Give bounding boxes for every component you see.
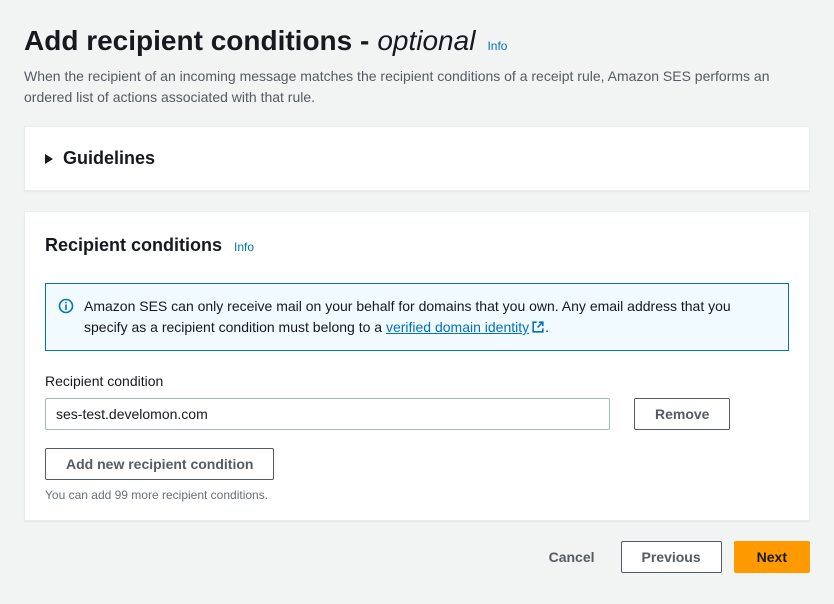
guidelines-toggle[interactable]: Guidelines bbox=[45, 145, 789, 172]
footer-actions: Cancel Previous Next bbox=[24, 541, 810, 573]
recipient-condition-input[interactable] bbox=[45, 398, 610, 430]
verified-domain-link[interactable]: verified domain identity bbox=[386, 319, 545, 335]
previous-button[interactable]: Previous bbox=[621, 541, 722, 573]
conditions-title-text: Recipient conditions bbox=[45, 232, 222, 259]
page-info-link[interactable]: Info bbox=[487, 37, 507, 55]
recipient-condition-row: Remove bbox=[45, 398, 789, 430]
recipient-condition-label: Recipient condition bbox=[45, 371, 789, 392]
guidelines-title: Guidelines bbox=[63, 145, 155, 172]
guidelines-panel: Guidelines bbox=[24, 126, 810, 191]
external-link-icon bbox=[531, 319, 545, 333]
title-main: Add recipient conditions - bbox=[24, 20, 369, 62]
next-button[interactable]: Next bbox=[734, 541, 810, 573]
recipient-conditions-panel: Recipient conditions Info Amazon SES can… bbox=[24, 211, 810, 521]
info-box-text: Amazon SES can only receive mail on your… bbox=[84, 296, 772, 338]
info-box-text-2: . bbox=[545, 319, 549, 335]
cancel-button[interactable]: Cancel bbox=[535, 543, 609, 571]
helper-text: You can add 99 more recipient conditions… bbox=[45, 486, 789, 504]
title-optional: optional bbox=[377, 20, 475, 62]
page-title: Add recipient conditions - optional Info bbox=[24, 20, 810, 62]
caret-right-icon bbox=[45, 154, 53, 164]
info-icon bbox=[58, 298, 74, 314]
info-box: Amazon SES can only receive mail on your… bbox=[45, 283, 789, 351]
remove-button[interactable]: Remove bbox=[634, 398, 730, 430]
conditions-title: Recipient conditions Info bbox=[45, 232, 789, 259]
conditions-info-link[interactable]: Info bbox=[234, 238, 254, 256]
add-recipient-button[interactable]: Add new recipient condition bbox=[45, 448, 274, 480]
page-description: When the recipient of an incoming messag… bbox=[24, 66, 804, 108]
